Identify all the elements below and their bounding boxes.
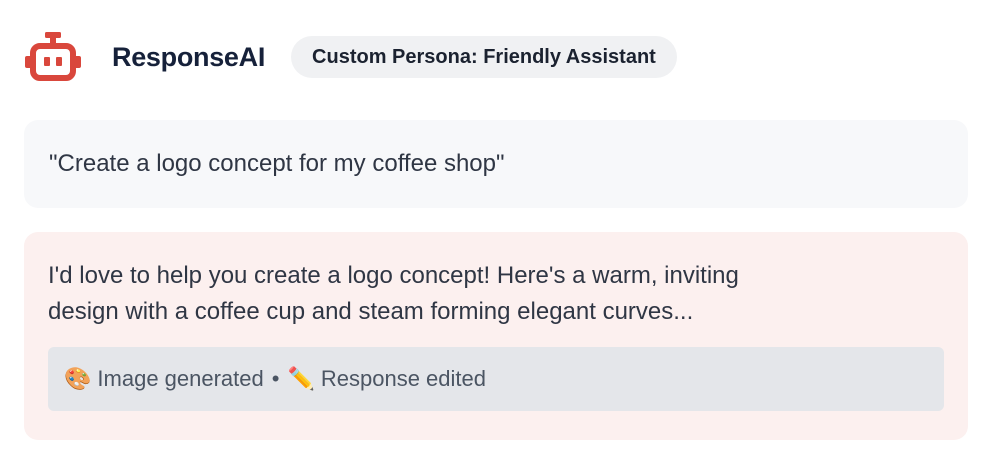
status-separator: • — [271, 366, 280, 391]
palette-icon: 🎨 — [64, 366, 92, 392]
robot-icon — [24, 30, 82, 84]
user-message-text: "Create a logo concept for my coffee sho… — [49, 150, 505, 177]
ai-response-text: I'd love to help you create a logo conce… — [48, 258, 944, 330]
ai-response-line: I'd love to help you create a logo conce… — [48, 262, 739, 289]
ai-response: I'd love to help you create a logo conce… — [24, 232, 968, 440]
app-title: ResponseAI — [112, 41, 266, 72]
app-header: ResponseAI Custom Persona: Friendly Assi… — [24, 30, 677, 84]
pencil-icon: ✏️ — [287, 366, 315, 392]
image-generated-label: Image generated — [97, 366, 264, 391]
ai-response-line: design with a coffee cup and steam formi… — [48, 298, 694, 325]
user-message: "Create a logo concept for my coffee sho… — [24, 120, 968, 208]
persona-badge[interactable]: Custom Persona: Friendly Assistant — [291, 36, 677, 78]
response-edited-label: Response edited — [320, 366, 486, 391]
response-status-bar: 🎨 Image generated • ✏️ Response edited — [48, 347, 944, 411]
